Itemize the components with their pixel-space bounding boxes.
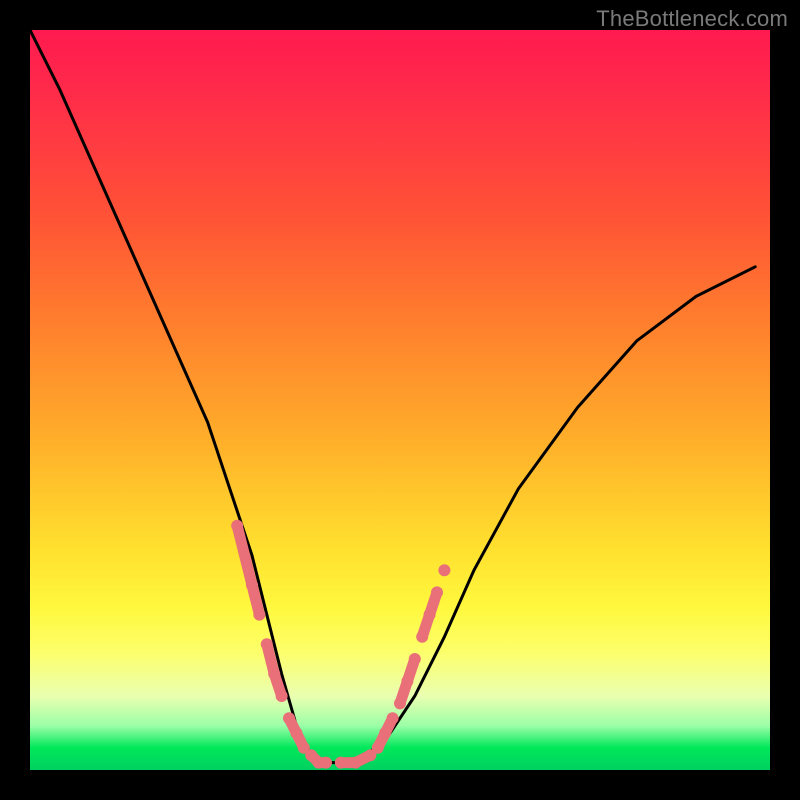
bottleneck-curve xyxy=(30,30,755,763)
outer-frame: TheBottleneck.com xyxy=(0,0,800,800)
marker-dot xyxy=(438,564,450,576)
marker-layer xyxy=(231,520,450,769)
curve-layer xyxy=(30,30,755,763)
plot-area xyxy=(30,30,770,770)
watermark-text: TheBottleneck.com xyxy=(596,6,788,32)
chart-svg xyxy=(30,30,770,770)
marker-segment xyxy=(237,526,252,585)
